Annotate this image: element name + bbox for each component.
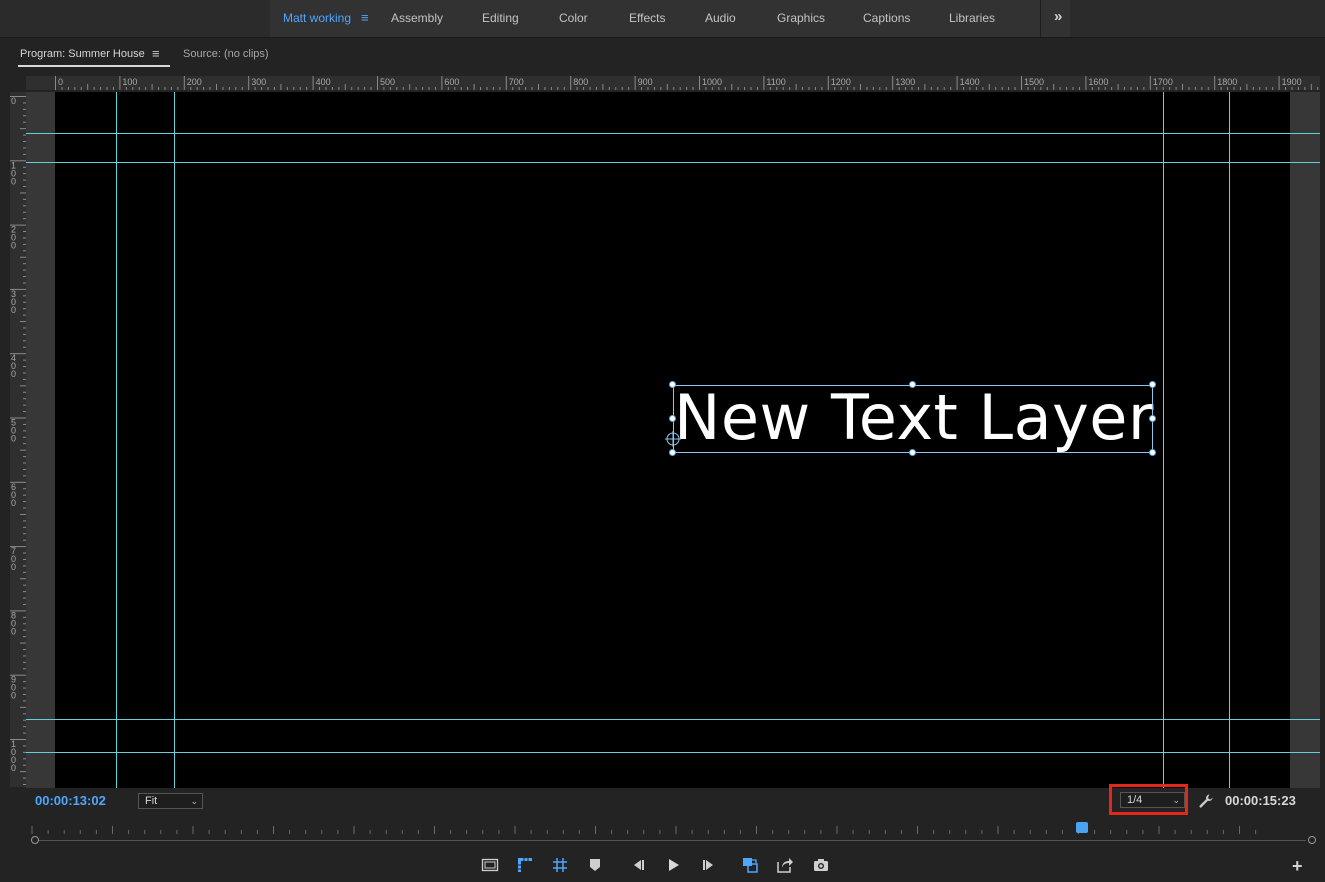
step-back-icon[interactable] [629,856,647,874]
ruler-label: 700 [509,77,524,87]
add-marker-icon[interactable] [586,856,604,874]
active-tab-indicator [18,65,170,67]
guides-toggle-icon[interactable] [551,856,569,874]
workspace-bar: Matt working ≡ Assembly Editing Color Ef… [0,0,1325,38]
workspace-tab-matt-working[interactable]: Matt working [283,0,351,37]
ruler-label: 700 [11,546,16,572]
resize-handle-bottom-right[interactable] [1149,449,1156,456]
workspace-tab-graphics[interactable]: Graphics [777,0,825,37]
resize-handle-top[interactable] [909,381,916,388]
current-timecode[interactable]: 00:00:13:02 [35,793,106,808]
ruler-label: 400 [11,353,16,379]
timeline-ticks [31,826,1257,834]
timeline-scrubber[interactable] [26,818,1316,848]
tab-program[interactable]: Program: Summer House [20,48,145,60]
ruler-label: 1800 [1217,77,1237,87]
ruler-label: 800 [573,77,588,87]
duration-timecode: 00:00:15:23 [1225,793,1296,808]
resize-handle-top-left[interactable] [669,381,676,388]
zoom-level-value: Fit [145,795,158,807]
ruler-label: 0 [58,77,63,87]
ruler-label: 600 [444,77,459,87]
safe-margins-icon[interactable] [481,856,499,874]
resize-handle-bottom[interactable] [909,449,916,456]
ruler-label: 500 [380,77,395,87]
ruler-label: 800 [11,610,16,636]
ruler-label: 1000 [11,739,16,773]
ruler-label: 400 [316,77,331,87]
resize-handle-right[interactable] [1149,415,1156,422]
export-frame-icon[interactable] [812,856,830,874]
ruler-label: 1400 [960,77,980,87]
ruler-label: 300 [251,77,266,87]
chevron-down-icon: ⌄ [190,796,198,806]
resize-handle-bottom-left[interactable] [669,449,676,456]
in-point-handle[interactable] [31,836,39,844]
scrubber-track[interactable] [36,840,1306,841]
horizontal-ruler[interactable]: 0 100 200 300 400 500 600 700 800 900 1000 1100 1200… [26,76,1320,90]
play-icon[interactable] [664,856,682,874]
ruler-label: 0 [11,96,16,106]
tab-source[interactable]: Source: (no clips) [183,48,269,60]
wrench-icon[interactable] [1198,793,1214,809]
transport-controls [0,852,1325,878]
ruler-label: 1900 [1282,77,1302,87]
ruler-label: 600 [11,482,16,508]
highlight-box [1109,784,1188,815]
zoom-level-select[interactable]: Fit ⌄ [138,793,203,809]
ruler-label: 100 [11,160,16,186]
workspace-tab-captions[interactable]: Captions [863,0,910,37]
ruler-label: 200 [11,225,16,251]
playhead[interactable] [1076,822,1088,833]
vertical-ruler[interactable]: 0 1 0 0 2 0 0 3 0 0 4 0 0 5 0 0 6 0 0 7 0 0 8 0 0 9 0 0 1 0 0 0 [10,92,26,787]
resize-handle-left[interactable] [669,415,676,422]
button-editor-add-icon[interactable]: + [1292,856,1303,877]
ruler-label: 1600 [1088,77,1108,87]
rulers-toggle-icon[interactable] [516,856,534,874]
panel-menu-icon[interactable]: ≡ [152,46,160,61]
ruler-label: 1700 [1153,77,1173,87]
ruler-label: 900 [638,77,653,87]
ruler-label: 1300 [895,77,915,87]
resize-handle-top-right[interactable] [1149,381,1156,388]
workspace-tab-libraries[interactable]: Libraries [949,0,995,37]
export-icon[interactable] [776,856,794,874]
ruler-label: 300 [11,289,16,315]
workspace-tab-assembly[interactable]: Assembly [391,0,443,37]
step-forward-icon[interactable] [700,856,718,874]
workspace-tab-color[interactable]: Color [559,0,588,37]
ruler-label: 1200 [831,77,851,87]
overwrite-icon[interactable] [741,856,759,874]
ruler-label: 100 [122,77,137,87]
ruler-label: 200 [187,77,202,87]
ruler-label: 1100 [766,77,785,87]
workspace-tab-audio[interactable]: Audio [705,0,736,37]
anchor-point-icon[interactable] [665,431,681,447]
ruler-label: 900 [11,675,16,701]
hamburger-icon[interactable]: ≡ [361,0,369,37]
workspace-tab-effects[interactable]: Effects [629,0,665,37]
workspace-tab-editing[interactable]: Editing [482,0,519,37]
workspace-divider [1040,0,1041,37]
out-point-handle[interactable] [1308,836,1316,844]
ruler-label: 500 [11,418,16,444]
selection-bounding-box[interactable] [673,385,1153,453]
ruler-label: 1000 [702,77,722,87]
workspace-tabs: Matt working ≡ Assembly Editing Color Ef… [270,0,1070,37]
ruler-label: 1500 [1024,77,1044,87]
double-chevron-right-icon[interactable]: » [1054,0,1062,37]
